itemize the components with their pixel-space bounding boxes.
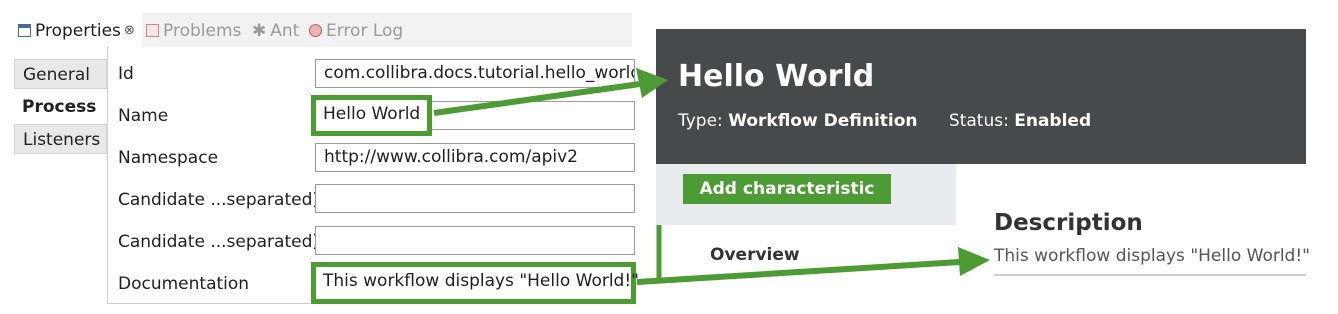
name-to-title-arrow <box>433 68 668 116</box>
annotation-arrows <box>433 68 990 285</box>
documentation-to-description-arrow <box>636 225 990 285</box>
